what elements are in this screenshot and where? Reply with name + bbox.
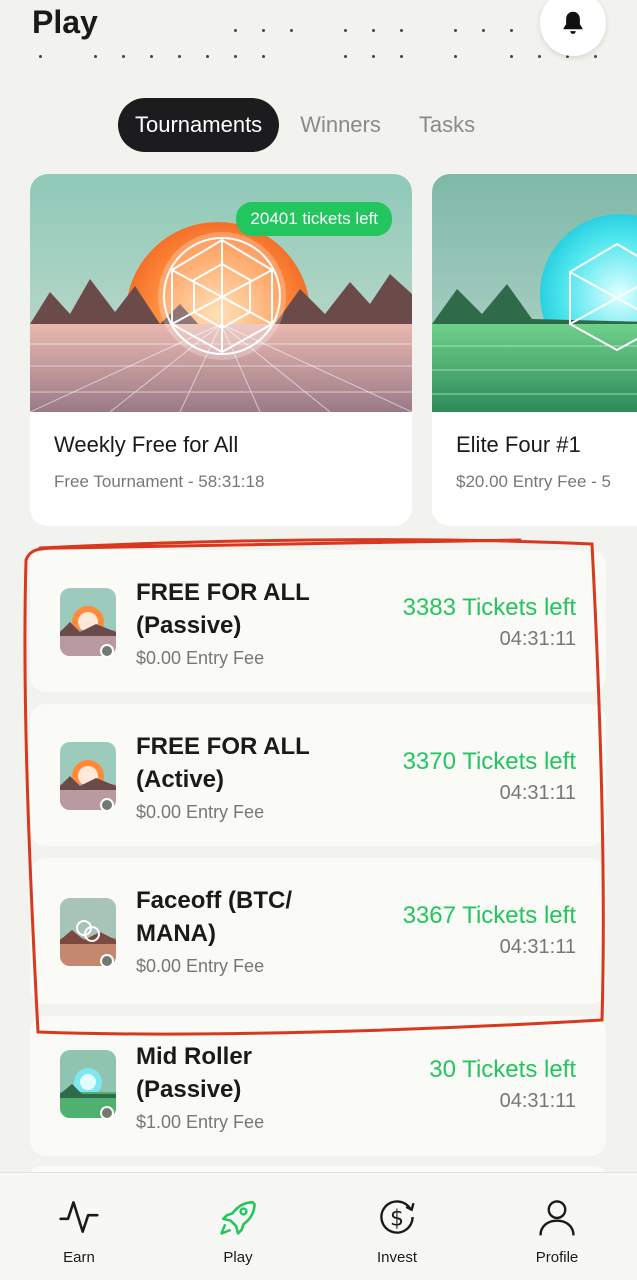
tournament-title: FREE FOR ALL (Passive): [136, 579, 310, 639]
tournament-name: Weekly Free for All: [54, 432, 239, 457]
activity-icon: [59, 1201, 99, 1233]
status-indicator: [100, 798, 114, 812]
tournament-subtitle: Free Tournament - 58:31:18: [54, 472, 265, 491]
list-item[interactable]: Mid Roller (Passive) $1.00 Entry Fee 30 …: [30, 1016, 606, 1156]
tournament-subtitle: $20.00 Entry Fee - 5: [456, 472, 611, 491]
list-item[interactable]: FREE FOR ALL (Passive) $0.00 Entry Fee 3…: [30, 550, 606, 692]
list-item[interactable]: FREE FOR ALL (Active) $0.00 Entry Fee 33…: [30, 704, 606, 846]
tab-tournaments[interactable]: Tournaments: [118, 98, 280, 152]
nav-label: Invest: [376, 1249, 418, 1266]
status-indicator: [100, 644, 114, 658]
countdown-time: 04:31:11: [499, 628, 576, 650]
svg-text:$: $: [390, 1206, 404, 1231]
list-item[interactable]: Faceoff (BTC/ MANA) $0.00 Entry Fee 3367…: [30, 858, 606, 1004]
countdown-time: 04:31:11: [499, 936, 576, 958]
tab-tasks[interactable]: Tasks: [402, 98, 492, 152]
nav-label: Profile: [535, 1249, 579, 1266]
featured-card[interactable]: 20401 tickets left Weekly Free for All F…: [30, 174, 412, 526]
nav-label: Play: [223, 1249, 253, 1266]
featured-card[interactable]: Elite Four #1 $20.00 Entry Fee - 5: [432, 174, 637, 526]
status-indicator: [100, 1106, 114, 1120]
tab-bar: Tournaments Winners Tasks: [118, 98, 496, 152]
tickets-left: 3367 Tickets left: [402, 902, 576, 929]
countdown-time: 04:31:11: [499, 1090, 576, 1112]
dollar-cycle-icon: $: [380, 1200, 415, 1234]
bottom-nav: Earn Play $ Invest Profile: [0, 1172, 637, 1280]
nav-profile[interactable]: Profile: [502, 1173, 612, 1280]
tournament-title: Mid Roller (Passive): [136, 1043, 253, 1103]
bell-icon: [563, 11, 583, 34]
tournament-title: Faceoff (BTC/ MANA): [136, 887, 292, 947]
countdown-time: 04:31:11: [499, 782, 576, 804]
nav-invest[interactable]: $ Invest: [342, 1173, 452, 1280]
tournament-title: FREE FOR ALL (Active): [136, 733, 310, 793]
tab-winners[interactable]: Winners: [283, 98, 398, 152]
rocket-icon: [220, 1201, 256, 1235]
featured-carousel[interactable]: 20401 tickets left Weekly Free for All F…: [30, 174, 637, 528]
tickets-left-badge: 20401 tickets left: [236, 202, 392, 236]
tournament-artwork: [432, 174, 637, 412]
status-indicator: [100, 954, 114, 968]
entry-fee: $1.00 Entry Fee: [136, 1112, 265, 1132]
tickets-left: 3370 Tickets left: [402, 748, 576, 775]
nav-earn[interactable]: Earn: [24, 1173, 134, 1280]
user-icon: [539, 1200, 575, 1236]
tournament-name: Elite Four #1: [456, 432, 581, 457]
entry-fee: $0.00 Entry Fee: [136, 802, 265, 822]
decorative-dots: [30, 22, 610, 62]
tickets-left: 30 Tickets left: [429, 1056, 576, 1083]
entry-fee: $0.00 Entry Fee: [136, 648, 265, 668]
nav-play[interactable]: Play: [183, 1173, 293, 1280]
nav-label: Earn: [63, 1249, 95, 1266]
entry-fee: $0.00 Entry Fee: [136, 956, 265, 976]
tickets-left: 3383 Tickets left: [402, 594, 576, 621]
